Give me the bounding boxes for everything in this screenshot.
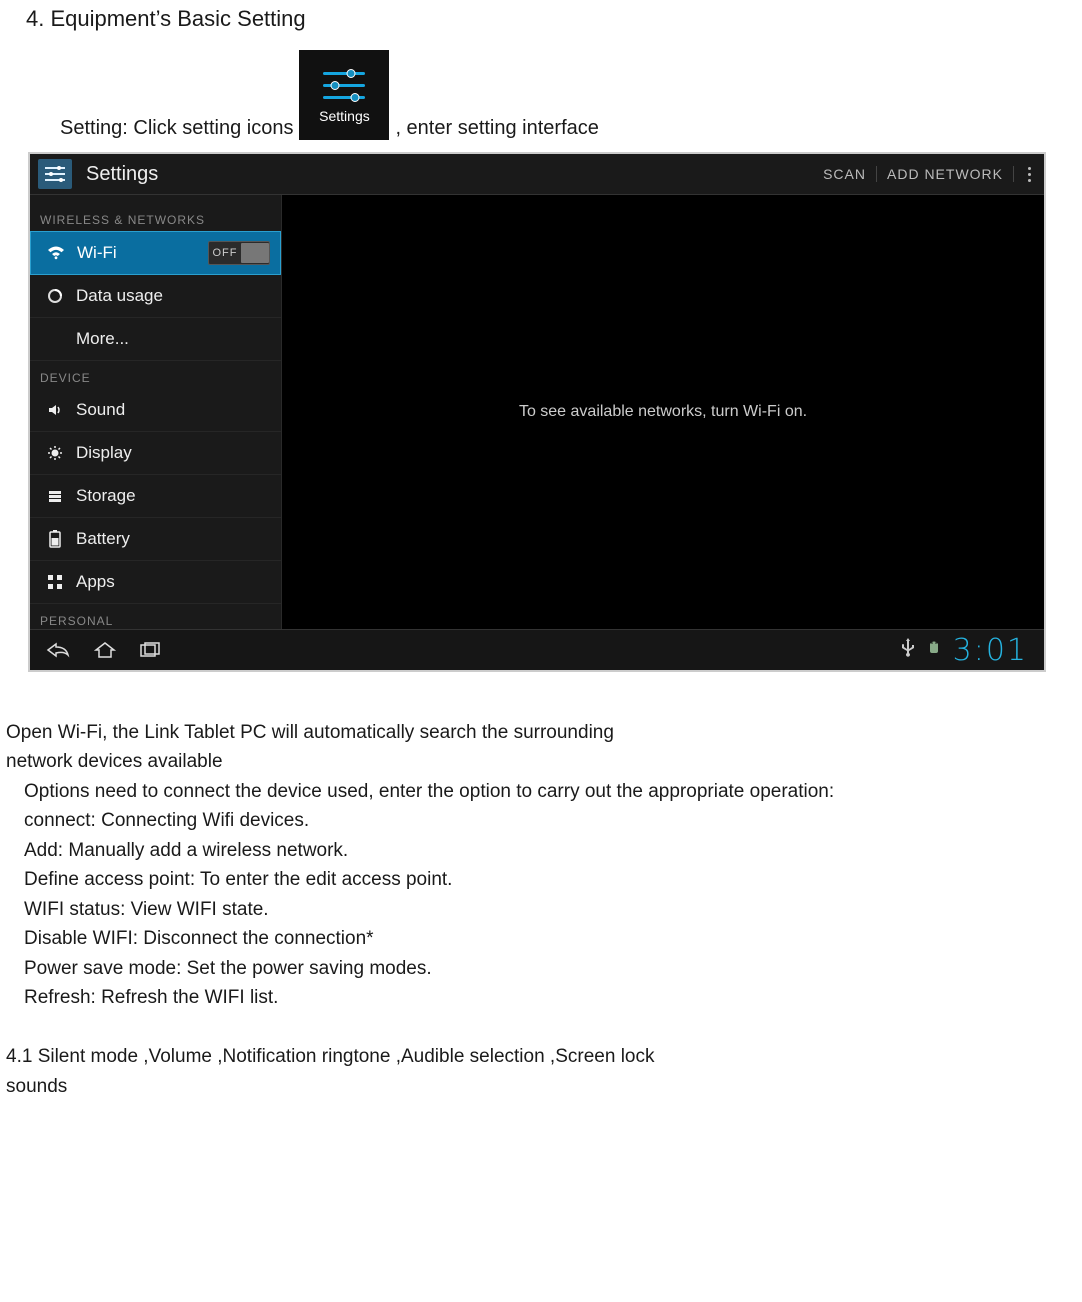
overflow-menu-icon[interactable] [1014,163,1044,186]
wifi-label: Wi-Fi [77,243,117,263]
storage-label: Storage [76,486,136,506]
doc-line: Options need to connect the device used,… [4,777,1082,806]
back-button[interactable] [46,641,70,659]
sidebar-item-sound[interactable]: Sound [30,389,281,432]
sidebar-item-battery[interactable]: Battery [30,518,281,561]
sidebar-item-more[interactable]: More... [30,318,281,361]
settings-badge-label: Settings [319,108,370,124]
section-device: DEVICE [40,371,281,385]
wifi-icon [45,246,67,260]
doc-line: Power save mode: Set the power saving mo… [4,954,1082,983]
main-content: To see available networks, turn Wi-Fi on… [282,195,1044,629]
sidebar-item-storage[interactable]: Storage [30,475,281,518]
wifi-toggle[interactable]: OFF [208,241,270,265]
add-network-button[interactable]: ADD NETWORK [877,166,1014,182]
android-settings-screenshot: Settings SCAN ADD NETWORK WIRELESS & NET… [28,152,1046,672]
more-label: More... [76,329,129,349]
doc-line: Refresh: Refresh the WIFI list. [4,983,1082,1012]
display-icon [44,445,66,461]
display-label: Display [76,443,132,463]
apps-icon [44,574,66,590]
sound-label: Sound [76,400,125,420]
doc-section-4-1: 4.1 Silent mode ,Volume ,Notification ri… [4,1042,1082,1071]
doc-body: Open Wi-Fi, the Link Tablet PC will auto… [4,718,1082,1101]
android-debug-icon [927,639,941,661]
doc-line: Add: Manually add a wireless network. [4,836,1082,865]
doc-section-4-1b: sounds [4,1072,1082,1101]
wifi-toggle-label: OFF [209,247,241,259]
doc-line: Disable WIFI: Disconnect the connection* [4,924,1082,953]
doc-line: Define access point: To enter the edit a… [4,865,1082,894]
battery-icon [44,530,66,548]
battery-label: Battery [76,529,130,549]
app-title: Settings [86,163,158,186]
apps-label: Apps [76,572,115,592]
section-wireless: WIRELESS & NETWORKS [40,213,281,227]
wifi-off-message: To see available networks, turn Wi-Fi on… [519,403,807,421]
section-personal: PERSONAL [40,614,281,628]
system-navbar: 3:01 [30,629,1044,670]
data-usage-label: Data usage [76,286,163,306]
sidebar-item-data-usage[interactable]: Data usage [30,275,281,318]
data-usage-icon [44,288,66,304]
sidebar-item-apps[interactable]: Apps [30,561,281,604]
setting-instruction: Setting: Click setting icons Settings , … [60,50,1082,140]
sound-icon [44,402,66,418]
settings-header-icon [38,159,72,189]
doc-heading: 4. Equipment’s Basic Setting [26,6,1082,32]
app-header: Settings SCAN ADD NETWORK [30,154,1044,195]
sidebar-item-wifi[interactable]: Wi-Fi OFF [30,231,281,275]
doc-line: WIFI status: View WIFI state. [4,895,1082,924]
settings-sidebar: WIRELESS & NETWORKS Wi-Fi OFF Data [30,195,282,629]
doc-line: network devices available [4,747,1082,776]
doc-line: connect: Connecting Wifi devices. [4,806,1082,835]
setting-post-text: , enter setting interface [395,117,598,140]
home-button[interactable] [94,641,116,659]
status-clock: 3:01 [953,633,1028,668]
storage-icon [44,488,66,504]
setting-pre-text: Setting: Click setting icons [60,117,293,140]
settings-app-icon: Settings [299,50,389,140]
recent-apps-button[interactable] [140,642,162,658]
scan-button[interactable]: SCAN [813,166,877,182]
usb-icon [901,637,915,663]
doc-line: Open Wi-Fi, the Link Tablet PC will auto… [4,718,1082,747]
sidebar-item-display[interactable]: Display [30,432,281,475]
